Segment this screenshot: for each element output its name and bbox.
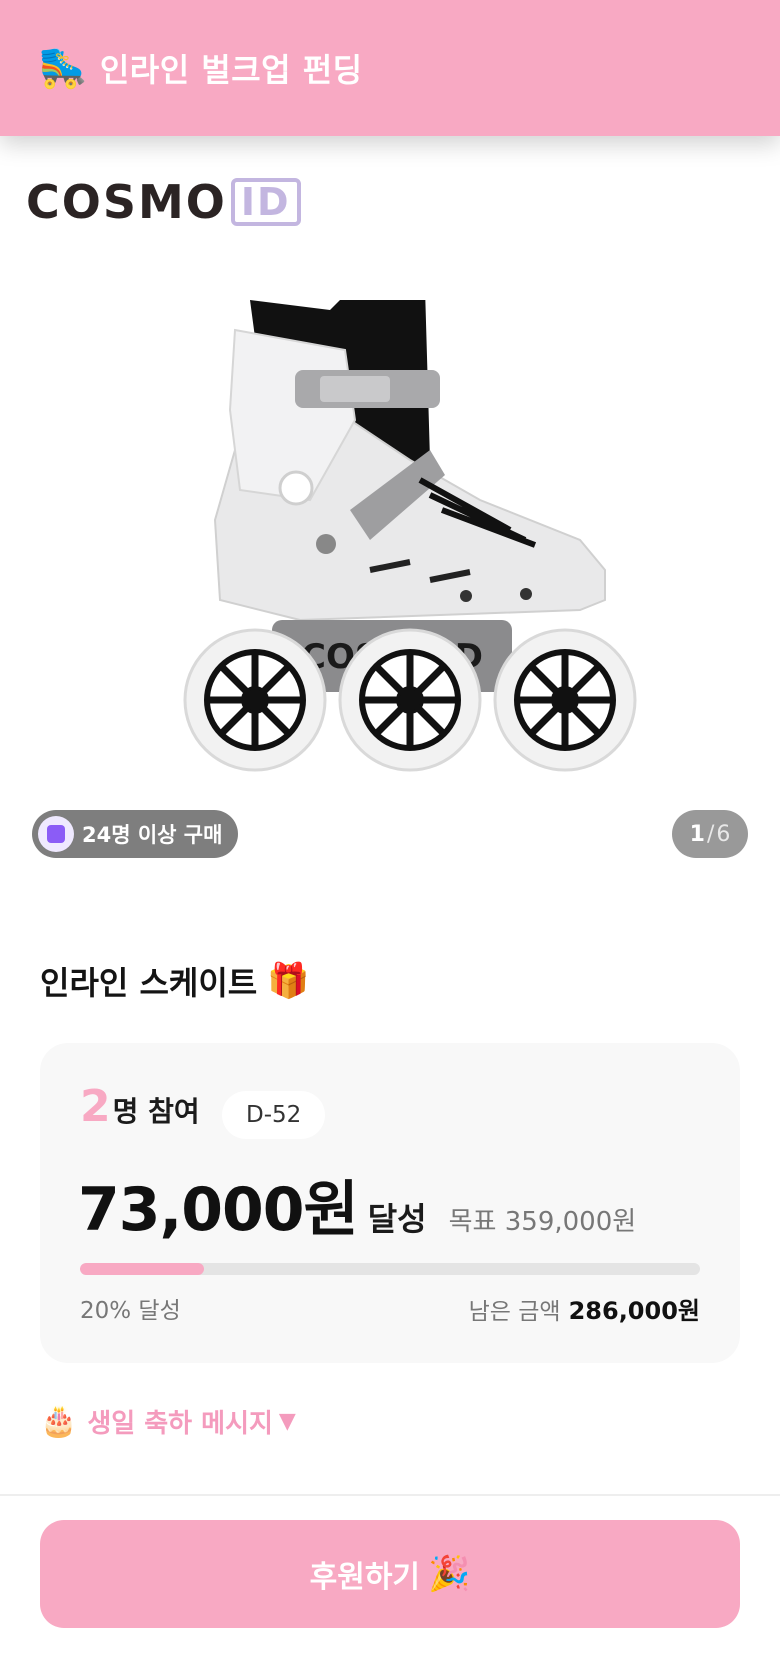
- shopping-bag-icon: [38, 816, 74, 852]
- goal-amount: 목표 359,000원: [448, 1207, 637, 1237]
- birthday-message-label: 생일 축하 메시지: [87, 1409, 273, 1439]
- roller-skate-icon: 🛼: [38, 45, 88, 91]
- achieved-label: 달성: [367, 1200, 427, 1238]
- page-title: 인라인 벌크업 펀딩: [99, 51, 363, 89]
- participants-count: 2 명 참여: [80, 1081, 200, 1132]
- remaining-amount: 남은 금액 286,000원: [469, 1291, 700, 1326]
- pager-total: 6: [716, 821, 731, 847]
- product-title: 인라인 스케이트 🎁: [40, 958, 310, 1004]
- birthday-message-toggle[interactable]: 🎂 생일 축하 메시지 ▼: [40, 1403, 296, 1440]
- skate-wheel: [338, 628, 482, 772]
- brand-logo: COSMO ID: [26, 175, 301, 229]
- party-popper-icon: 🎉: [428, 1555, 471, 1593]
- skate-wheel: [493, 628, 637, 772]
- skate-wheel: [183, 628, 327, 772]
- funded-amount: 73,000원: [78, 1175, 359, 1245]
- cake-icon: 🎂: [40, 1404, 78, 1439]
- funding-progress-fill: [80, 1263, 204, 1275]
- progress-percent-text: 20% 달성: [80, 1298, 181, 1324]
- pager-separator: /: [706, 821, 715, 847]
- participants-number: 2: [80, 1081, 111, 1132]
- image-pager: 1 / 6: [672, 810, 748, 858]
- funded-amount-row: 73,000원 달성 목표 359,000원: [78, 1161, 636, 1248]
- buyers-count-text: 24명 이상 구매: [82, 823, 223, 847]
- product-image-inline-skate[interactable]: COSMOID: [180, 300, 680, 820]
- remaining-value: 286,000원: [568, 1297, 700, 1325]
- pager-current: 1: [689, 821, 705, 847]
- gift-icon: 🎁: [267, 961, 310, 1001]
- funding-progress-bar: [80, 1263, 700, 1275]
- buyers-count-badge: 24명 이상 구매: [32, 810, 239, 858]
- funding-stats-card: 2 명 참여 D-52 73,000원 달성 목표 359,000원 20% 달…: [40, 1043, 740, 1363]
- sponsor-button[interactable]: 후원하기 🎉: [40, 1520, 740, 1628]
- brand-logo-id: ID: [230, 178, 301, 226]
- caret-down-icon: ▼: [278, 1409, 296, 1434]
- brand-logo-word: COSMO: [26, 175, 227, 229]
- dday-badge: D-52: [222, 1091, 326, 1139]
- sponsor-button-label: 후원하기: [309, 1561, 421, 1594]
- remaining-label: 남은 금액: [468, 1299, 561, 1325]
- product-title-text: 인라인 스케이트: [40, 964, 258, 1002]
- participants-label: 명 참여: [112, 1095, 200, 1128]
- app-header: 🛼 인라인 벌크업 펀딩: [0, 0, 780, 136]
- bottom-divider: [0, 1494, 780, 1496]
